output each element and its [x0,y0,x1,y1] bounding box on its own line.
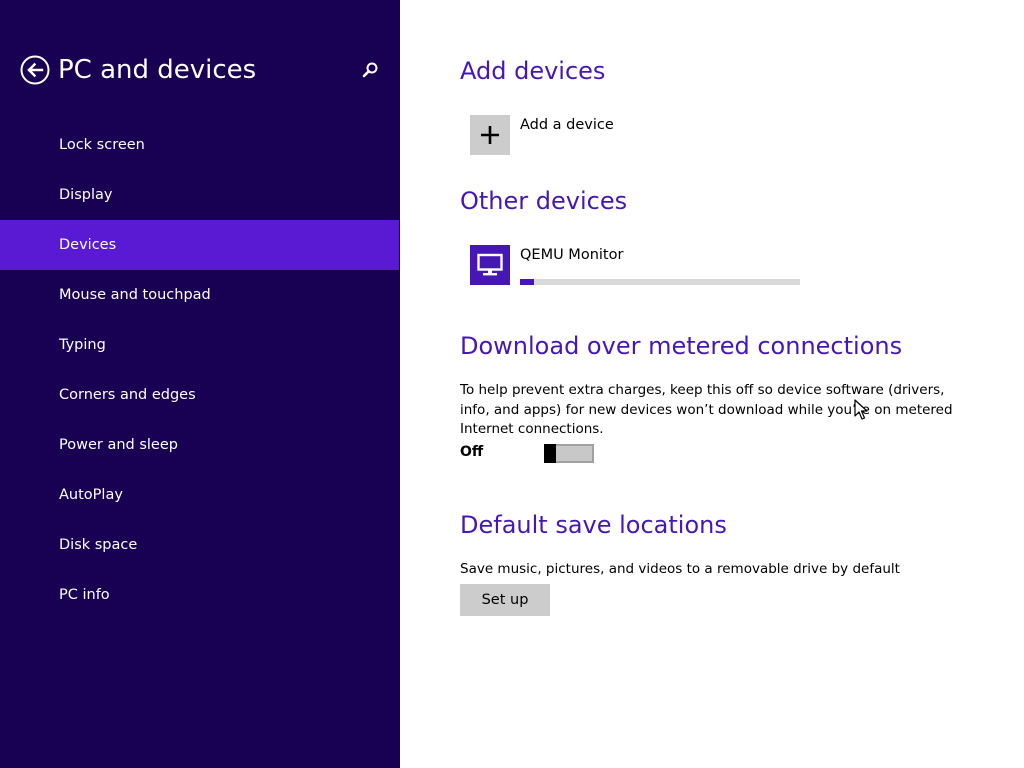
device-install-progress [520,279,800,285]
metered-connections-description: To help prevent extra charges, keep this… [460,382,953,437]
default-save-locations-description: Save music, pictures, and videos to a re… [460,561,900,577]
sidebar-item-devices[interactable]: Devices [0,220,399,270]
metered-toggle-thumb [544,444,556,463]
add-device-button[interactable] [470,115,510,155]
sidebar: PC and devices Lock screen Display Devic… [0,0,400,768]
device-name[interactable]: QEMU Monitor [520,247,623,263]
page-title: PC and devices [58,55,257,85]
metered-toggle-state: Off [460,444,484,460]
add-devices-heading: Add devices [460,57,606,85]
back-arrow-icon [20,55,50,85]
default-save-locations-heading: Default save locations [460,511,727,539]
device-tile-qemu-monitor[interactable] [470,245,510,285]
monitor-icon [477,253,503,276]
sidebar-item-power-and-sleep[interactable]: Power and sleep [0,420,399,470]
sidebar-item-lock-screen[interactable]: Lock screen [0,120,399,170]
sidebar-item-display[interactable]: Display [0,170,399,220]
search-icon [362,62,378,78]
sidebar-item-autoplay[interactable]: AutoPlay [0,470,399,520]
set-up-button[interactable]: Set up [460,584,550,616]
sidebar-item-mouse-and-touchpad[interactable]: Mouse and touchpad [0,270,399,320]
device-install-progress-fill [520,279,534,285]
main-content: Add devices Add a device Other devices Q… [400,0,1024,768]
sidebar-item-disk-space[interactable]: Disk space [0,520,399,570]
plus-icon [481,126,499,144]
sidebar-nav: Lock screen Display Devices Mouse and to… [0,120,399,620]
sidebar-item-pc-info[interactable]: PC info [0,570,399,620]
search-button[interactable] [360,60,380,80]
add-device-label[interactable]: Add a device [520,117,614,133]
sidebar-item-typing[interactable]: Typing [0,320,399,370]
metered-connections-heading: Download over metered connections [460,332,903,360]
other-devices-heading: Other devices [460,187,628,215]
sidebar-item-corners-and-edges[interactable]: Corners and edges [0,370,399,420]
pc-settings-window: PC and devices Lock screen Display Devic… [0,0,1024,768]
metered-toggle[interactable] [544,444,594,463]
back-button[interactable] [20,55,50,85]
